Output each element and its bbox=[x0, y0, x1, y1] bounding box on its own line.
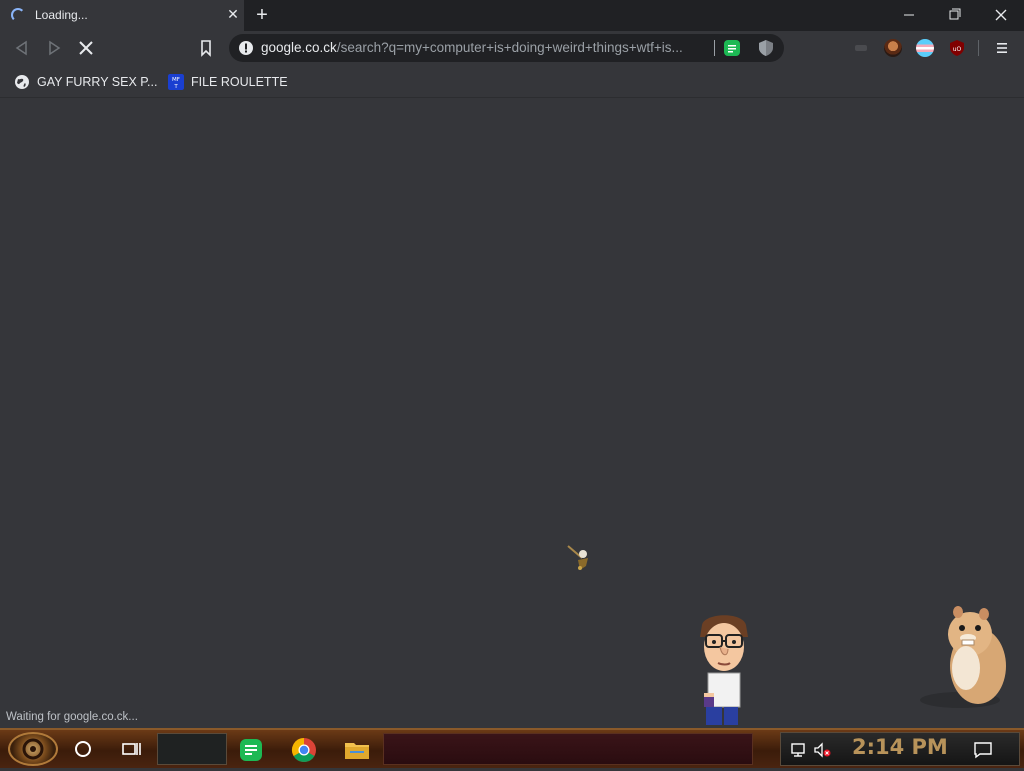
task-view-button[interactable] bbox=[115, 734, 147, 766]
close-window-button[interactable] bbox=[978, 0, 1024, 31]
restore-button[interactable] bbox=[932, 0, 978, 31]
tab-strip: Loading... ✕ + bbox=[0, 0, 1024, 31]
minimize-button[interactable] bbox=[886, 0, 932, 31]
address-path: /search?q=my+computer+is+doing+weird+thi… bbox=[336, 40, 683, 55]
address-bar[interactable]: google.co.ck/search?q=my+computer+is+doi… bbox=[229, 34, 784, 62]
extension-dim-icon[interactable] bbox=[852, 39, 870, 57]
svg-text:uO: uO bbox=[953, 46, 962, 53]
tab-close-icon[interactable]: ✕ bbox=[226, 7, 240, 21]
mft-icon: MF T bbox=[168, 74, 184, 90]
taskbar-slot[interactable] bbox=[157, 733, 227, 765]
taskbar-file-explorer[interactable] bbox=[341, 734, 373, 766]
start-button[interactable] bbox=[8, 732, 58, 766]
forward-button[interactable] bbox=[44, 38, 64, 58]
taskbar-running-area[interactable] bbox=[383, 733, 753, 765]
search-button[interactable] bbox=[67, 734, 99, 766]
divider bbox=[714, 40, 715, 56]
steampunk-gear-icon bbox=[22, 738, 44, 760]
volume-muted-icon[interactable] bbox=[813, 742, 831, 758]
globe-icon bbox=[15, 75, 29, 89]
back-button[interactable] bbox=[12, 38, 32, 58]
bookmarks-bar: GAY FURRY SEX P... MF T FILE ROULETTE bbox=[0, 64, 1024, 98]
avatar-extension-icon[interactable] bbox=[884, 39, 902, 57]
desktop-pet-sprite-icon bbox=[567, 545, 588, 570]
bookmark-icon[interactable] bbox=[196, 38, 216, 58]
new-tab-button[interactable]: + bbox=[253, 5, 271, 25]
flag-extension-icon[interactable] bbox=[916, 39, 934, 57]
menu-icon[interactable] bbox=[994, 40, 1010, 56]
tab-title: Loading... bbox=[35, 8, 88, 22]
cartoon-man-sprite-icon bbox=[700, 615, 748, 725]
tab-active[interactable]: Loading... ✕ bbox=[0, 0, 244, 31]
bookmark-item-1[interactable]: GAY FURRY SEX P... bbox=[14, 73, 157, 91]
chrome-icon bbox=[291, 738, 316, 763]
svg-text:MF: MF bbox=[172, 77, 180, 83]
loading-spinner-icon bbox=[11, 8, 25, 22]
shield-icon[interactable] bbox=[758, 39, 774, 57]
bookmark-label: GAY FURRY SEX P... bbox=[37, 75, 158, 89]
ublock-icon[interactable]: uO bbox=[948, 39, 966, 57]
divider bbox=[978, 40, 979, 56]
taskbar: 2:14 PM bbox=[0, 728, 1024, 768]
taskbar-clock[interactable]: 2:14 PM bbox=[852, 735, 948, 759]
toolbar: google.co.ck/search?q=my+computer+is+doi… bbox=[0, 31, 1024, 64]
stop-button[interactable] bbox=[76, 38, 96, 58]
taskbar-chat-app[interactable] bbox=[235, 734, 267, 766]
network-icon[interactable] bbox=[789, 742, 807, 758]
chat-app-icon bbox=[240, 739, 262, 761]
notification-icon[interactable] bbox=[973, 741, 993, 759]
status-bubble: Waiting for google.co.ck... bbox=[0, 708, 144, 728]
not-secure-icon[interactable] bbox=[238, 40, 254, 56]
svg-text:T: T bbox=[173, 84, 178, 90]
bookmark-item-2[interactable]: MF T FILE ROULETTE bbox=[168, 73, 288, 91]
taskbar-chrome[interactable] bbox=[288, 734, 320, 766]
address-text[interactable]: google.co.ck/search?q=my+computer+is+doi… bbox=[261, 40, 683, 55]
chat-extension-icon[interactable] bbox=[723, 39, 741, 57]
folder-icon bbox=[345, 743, 369, 759]
page-content: Waiting for google.co.ck... bbox=[0, 98, 1024, 728]
bookmark-label: FILE ROULETTE bbox=[191, 75, 288, 89]
hamster-sprite-icon bbox=[920, 606, 1006, 708]
address-host: google.co.ck bbox=[261, 40, 337, 55]
